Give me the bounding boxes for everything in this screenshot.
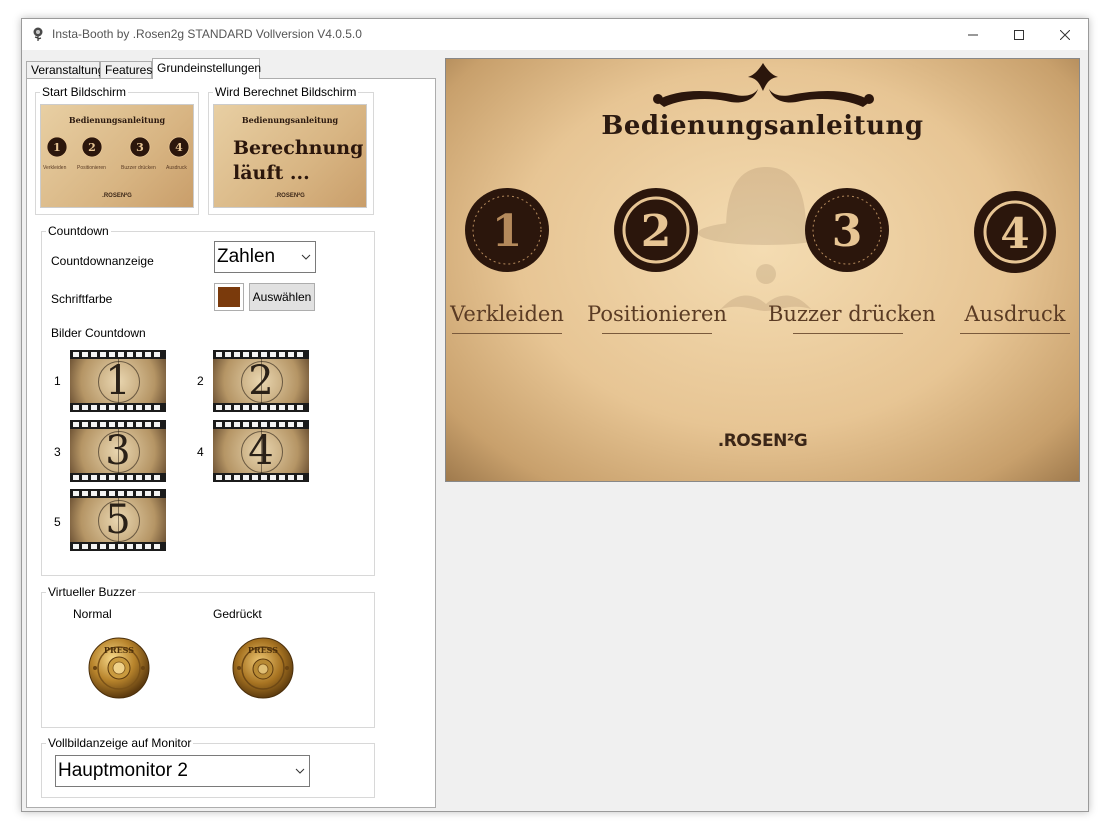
- calc-thumb-logo: .ROSEN²G: [275, 193, 305, 199]
- countdown-display-select[interactable]: Zahlen: [214, 241, 316, 273]
- countdown-digit-1: 1: [105, 358, 131, 404]
- buzzer-pressed-image[interactable]: PRESS: [231, 636, 295, 700]
- chevron-down-icon: [301, 254, 311, 260]
- countdown-image-5[interactable]: 5: [70, 489, 166, 551]
- monitor-legend: Vollbildanzeige auf Monitor: [48, 736, 192, 750]
- calc-thumb-title: Bedienungsanleitung: [241, 115, 339, 125]
- step-label-4: Ausdruck: [964, 302, 1066, 326]
- step-seal-4: 4: [974, 191, 1056, 273]
- svg-text:1: 1: [53, 141, 61, 154]
- countdown-legend: Countdown: [48, 224, 109, 238]
- start-thumb-label-4: Ausdruck: [166, 165, 187, 171]
- step-number-3: 3: [832, 206, 863, 257]
- tab-veranstaltung[interactable]: Veranstaltung: [26, 61, 104, 78]
- calc-screen-legend: Wird Berechnet Bildschirm: [215, 85, 357, 99]
- settings-panel: Start Bildschirm Bedienungsanleitung 1 2 3…: [26, 78, 436, 808]
- step-label-1: Verkleiden: [450, 302, 564, 326]
- font-color-label: Schriftfarbe: [51, 292, 113, 306]
- start-screen-preview: Bedienungsanleitung 1 2 3 4 Verkleiden P…: [445, 58, 1080, 482]
- countdown-image-index-1: 1: [54, 374, 61, 388]
- countdown-image-1[interactable]: 1: [70, 350, 166, 412]
- countdown-image-index-2: 2: [197, 374, 204, 388]
- buzzer-pressed-label: Gedrückt: [213, 607, 262, 621]
- font-color-swatch[interactable]: [214, 283, 244, 311]
- calc-thumb-line2: läuft ...: [233, 162, 310, 184]
- maximize-button[interactable]: [996, 19, 1042, 50]
- window-title: Insta-Booth by .Rosen2g STANDARD Vollver…: [52, 27, 362, 41]
- minimize-icon: [968, 34, 978, 35]
- countdown-digit-2: 2: [248, 358, 274, 404]
- step-number-1: 1: [492, 206, 523, 257]
- step-divider-2: [602, 333, 712, 334]
- buzzer-normal-label: Normal: [73, 607, 112, 621]
- start-thumb-seals: 1 2 3 4: [46, 136, 190, 158]
- close-icon: [1060, 29, 1070, 40]
- tab-grundeinstellungen[interactable]: Grundeinstellungen: [152, 58, 261, 79]
- rose-app-icon: [33, 27, 43, 41]
- calc-screen-thumbnail[interactable]: Bedienungsanleitung Berechnung läuft ...…: [213, 104, 367, 208]
- step-divider-1: [452, 333, 562, 334]
- monitor-value: Hauptmonitor 2: [58, 760, 188, 781]
- minimize-button[interactable]: [950, 19, 996, 50]
- preview-logo: .ROSEN²G: [717, 431, 808, 451]
- step-seal-3: 3: [805, 188, 889, 272]
- countdown-display-label: Countdownanzeige: [51, 254, 154, 268]
- start-screen-thumbnail[interactable]: Bedienungsanleitung 1 2 3 4 Verkleiden Posi…: [40, 104, 194, 208]
- step-divider-3: [793, 333, 903, 334]
- step-divider-4: [960, 333, 1070, 334]
- start-screen-legend: Start Bildschirm: [42, 85, 127, 99]
- countdown-digit-5: 5: [105, 497, 131, 543]
- buzzer-normal-text: PRESS: [104, 645, 134, 655]
- start-thumb-label-3: Buzzer drücken: [121, 165, 156, 171]
- start-thumb-label-1: Verkleiden: [43, 165, 67, 171]
- buzzer-pressed-text: PRESS: [248, 645, 278, 655]
- svg-text:2: 2: [88, 141, 96, 154]
- countdown-digit-4: 4: [248, 428, 274, 474]
- step-number-2: 2: [641, 206, 672, 257]
- monitor-select[interactable]: Hauptmonitor 2: [55, 755, 310, 787]
- maximize-icon: [1014, 29, 1024, 40]
- countdown-image-2[interactable]: 2: [213, 350, 309, 412]
- step-number-4: 4: [1000, 209, 1029, 258]
- start-thumb-title: Bedienungsanleitung: [68, 115, 166, 125]
- calc-thumb-line1: Berechnung: [233, 137, 364, 159]
- countdown-images-label: Bilder Countdown: [51, 326, 146, 340]
- countdown-display-value: Zahlen: [217, 246, 276, 267]
- step-label-2: Positionieren: [587, 302, 727, 326]
- app-window: Insta-Booth by .Rosen2g STANDARD Vollver…: [21, 18, 1089, 812]
- start-thumb-label-2: Positionieren: [77, 165, 106, 171]
- countdown-image-index-4: 4: [197, 445, 204, 459]
- choose-color-button[interactable]: Auswählen: [249, 283, 315, 311]
- ornament-flourish-icon: [653, 63, 874, 107]
- svg-text:4: 4: [175, 141, 183, 154]
- countdown-image-3[interactable]: 3: [70, 420, 166, 482]
- close-button[interactable]: [1042, 19, 1088, 50]
- start-thumb-logo: .ROSEN²G: [102, 193, 132, 199]
- countdown-image-index-3: 3: [54, 445, 61, 459]
- countdown-image-4[interactable]: 4: [213, 420, 309, 482]
- countdown-digit-3: 3: [105, 428, 131, 474]
- preview-title: Bedienungsanleitung: [601, 111, 924, 141]
- font-color-fill: [218, 287, 240, 307]
- step-label-3: Buzzer drücken: [768, 302, 936, 326]
- chevron-down-icon: [295, 768, 305, 774]
- buzzer-legend: Virtueller Buzzer: [48, 585, 136, 599]
- step-seal-1: 1: [465, 188, 549, 272]
- title-bar: Insta-Booth by .Rosen2g STANDARD Vollver…: [22, 19, 1088, 50]
- countdown-image-index-5: 5: [54, 515, 61, 529]
- buzzer-normal-image[interactable]: PRESS: [87, 636, 151, 700]
- step-seal-2: 2: [614, 188, 698, 272]
- svg-text:3: 3: [136, 141, 144, 154]
- tab-features[interactable]: Features: [100, 61, 152, 78]
